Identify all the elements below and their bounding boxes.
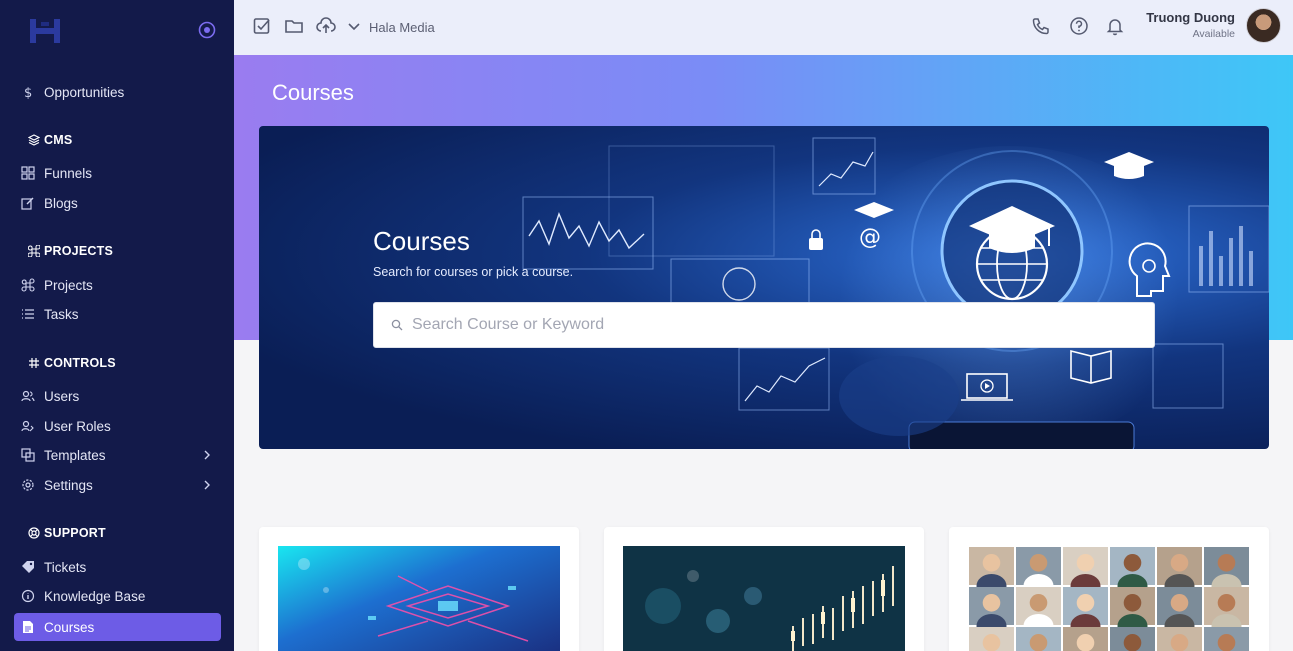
- upload-icon[interactable]: [316, 16, 336, 36]
- sidebar-item-blogs[interactable]: Blogs: [14, 189, 221, 217]
- course-thumbnail[interactable]: [968, 546, 1250, 651]
- gear-icon: [18, 478, 38, 492]
- search-icon: [391, 319, 403, 331]
- search-input[interactable]: [412, 316, 1132, 334]
- course-card[interactable]: [604, 527, 924, 651]
- sidebar-item-user-roles[interactable]: User Roles: [14, 412, 221, 440]
- svg-text:$: $: [24, 86, 32, 99]
- course-thumbnail[interactable]: [623, 546, 905, 651]
- logo-icon[interactable]: [28, 16, 62, 46]
- user-status: Available: [1192, 28, 1235, 40]
- sidebar-item-label: Users: [44, 388, 80, 404]
- sidebar-item-label: Knowledge Base: [44, 588, 146, 604]
- sidebar-item-label: Tasks: [44, 306, 79, 322]
- courses-banner: @ Courses Search for courses or pick a c…: [259, 126, 1269, 449]
- course-thumbnail[interactable]: [278, 546, 560, 651]
- dollar-icon: $: [18, 85, 38, 99]
- tag-icon: [18, 560, 38, 574]
- phone-icon[interactable]: [1031, 16, 1051, 36]
- video-call-grid-image: [969, 547, 1249, 651]
- edit-icon: [18, 196, 38, 210]
- sidebar-item-tasks[interactable]: Tasks: [14, 300, 221, 328]
- sidebar-item-label: Funnels: [44, 165, 93, 181]
- lifebuoy-icon: [28, 527, 40, 539]
- participant-tile: [1110, 627, 1155, 651]
- sidebar-toggle-icon[interactable]: [197, 20, 217, 40]
- document-icon: [18, 620, 38, 634]
- copy-icon: [18, 448, 38, 462]
- course-card[interactable]: [259, 527, 579, 651]
- user-name[interactable]: Truong Duong: [1146, 10, 1235, 25]
- sidebar-item-settings[interactable]: Settings: [14, 471, 221, 499]
- participant-tile: [1157, 627, 1202, 651]
- banner-illustration: @: [522, 137, 1269, 449]
- sidebar-item-templates[interactable]: Templates: [14, 441, 221, 469]
- sidebar-item-projects[interactable]: Projects: [14, 271, 221, 299]
- sidebar-item-label: Projects: [44, 277, 93, 293]
- list-icon: [18, 307, 38, 321]
- participant-tile: [1016, 627, 1061, 651]
- folder-icon[interactable]: [284, 16, 304, 36]
- hash-icon: [29, 358, 39, 368]
- command-icon: [18, 278, 38, 292]
- sidebar-item-opportunities[interactable]: $ Opportunities: [14, 78, 221, 106]
- sidebar-item-label: Opportunities: [44, 84, 125, 100]
- course-card[interactable]: [949, 527, 1269, 651]
- sidebar-section-projects: PROJECTS: [28, 244, 113, 258]
- sidebar-section-support: SUPPORT: [28, 526, 106, 540]
- sidebar-item-label: Tickets: [44, 559, 87, 575]
- circuit-image: [278, 546, 560, 651]
- sidebar-item-funnels[interactable]: Funnels: [14, 159, 221, 187]
- sidebar-section-cms: CMS: [28, 133, 72, 147]
- participant-tile: [969, 627, 1014, 651]
- bell-icon[interactable]: [1105, 16, 1125, 36]
- layers-icon: [28, 134, 40, 146]
- banner-subtitle: Search for courses or pick a course.: [373, 265, 574, 279]
- banner-title: Courses: [373, 226, 470, 256]
- sidebar-item-label: Blogs: [44, 195, 78, 211]
- participant-tile: [1063, 627, 1108, 651]
- workspace-name[interactable]: Hala Media: [369, 20, 435, 35]
- course-search-box[interactable]: [373, 302, 1155, 348]
- sidebar-item-knowledge-base[interactable]: Knowledge Base: [14, 582, 221, 610]
- users-icon: [18, 389, 38, 403]
- sidebar-section-controls: CONTROLS: [28, 356, 116, 370]
- avatar[interactable]: [1246, 8, 1281, 43]
- sidebar-item-tickets[interactable]: Tickets: [14, 553, 221, 581]
- chevron-down-icon[interactable]: [344, 16, 364, 36]
- grid-icon: [18, 166, 38, 180]
- info-icon: [18, 589, 38, 603]
- chevron-right-icon[interactable]: [201, 449, 213, 461]
- checkbox-icon[interactable]: [252, 16, 272, 36]
- sidebar-item-label: Templates: [44, 447, 106, 463]
- top-bar: Hala Media Truong Duong Available: [234, 0, 1293, 55]
- sidebar-item-label: User Roles: [44, 418, 111, 434]
- participant-tile: [1204, 627, 1249, 651]
- command-icon: [28, 245, 40, 257]
- sidebar-item-label: Courses: [44, 619, 95, 635]
- sidebar-item-label: Settings: [44, 477, 93, 493]
- help-icon[interactable]: [1069, 16, 1089, 36]
- svg-text:@: @: [859, 225, 881, 250]
- sidebar-item-users[interactable]: Users: [14, 382, 221, 410]
- stock-chart-image: [623, 546, 905, 651]
- page-title: Courses: [272, 80, 354, 105]
- chevron-right-icon[interactable]: [201, 479, 213, 491]
- sidebar: $ Opportunities CMS Funnels Blogs PROJEC…: [0, 0, 234, 651]
- sidebar-item-courses[interactable]: Courses: [14, 613, 221, 641]
- user-role-icon: [18, 419, 38, 433]
